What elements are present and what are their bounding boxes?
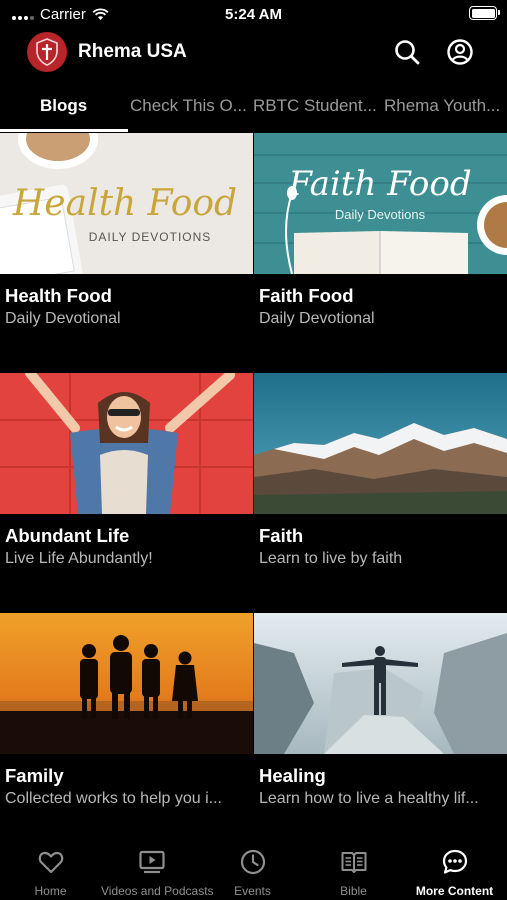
health-food-caption: DAILY DEVOTIONS: [89, 230, 212, 244]
tabbar-item-bible[interactable]: Bible: [303, 840, 404, 900]
card-title: Abundant Life: [5, 525, 130, 546]
card-title: Family: [5, 765, 64, 786]
tab-rbtc-student[interactable]: RBTC Student...: [253, 96, 377, 116]
app-title: Rhema USA: [78, 41, 187, 62]
card-subtitle: Daily Devotional: [5, 310, 121, 327]
card-subtitle: Collected works to help you i...: [5, 790, 222, 807]
app-header: Rhema USA: [0, 32, 507, 74]
tabbar-label: More Content: [415, 884, 494, 898]
card-faith[interactable]: Faith Learn to live by faith: [254, 373, 507, 613]
clock-icon: [240, 849, 266, 875]
card-title: Faith Food: [259, 285, 354, 306]
family-thumbnail: [0, 613, 253, 754]
shield-logo-icon: [36, 38, 58, 66]
card-subtitle: Learn to live by faith: [259, 550, 403, 567]
card-subtitle: Learn how to live a healthy lif...: [259, 790, 479, 807]
health-food-thumbnail: Health Food DAILY DEVOTIONS: [0, 133, 253, 274]
card-title: Faith: [259, 525, 304, 546]
card-abundant-life[interactable]: Abundant Life Live Life Abundantly!: [0, 373, 253, 613]
faith-food-thumbnail: Faith Food Daily Devotions: [254, 133, 507, 274]
card-health-food[interactable]: Health Food DAILY DEVOTIONS Health Food …: [0, 133, 253, 373]
tabbar-label: Bible: [340, 884, 367, 898]
status-time: 5:24 AM: [225, 6, 282, 23]
card-faith-food[interactable]: Faith Food Daily Devotions Faith Food Da…: [254, 133, 507, 373]
healing-thumbnail: [254, 613, 507, 754]
card-subtitle: Daily Devotional: [259, 310, 375, 327]
bottom-tab-bar: Home Videos and Podcasts Events Bible Mo…: [0, 840, 507, 900]
tabbar-label: Videos and Podcasts: [101, 884, 214, 898]
card-family[interactable]: Family Collected works to help you i...: [0, 613, 253, 853]
card-title: Health Food: [5, 285, 112, 306]
battery-icon: [469, 6, 500, 20]
search-icon[interactable]: [393, 38, 421, 66]
health-food-script: Health Food: [12, 183, 237, 224]
tab-rhema-youth[interactable]: Rhema Youth...: [384, 96, 500, 116]
play-icon: [139, 850, 165, 874]
active-tab-indicator: [0, 129, 128, 132]
account-icon[interactable]: [446, 38, 474, 66]
tabbar-item-videos-podcasts[interactable]: Videos and Podcasts: [101, 840, 214, 900]
tabbar-label: Events: [234, 884, 271, 898]
faith-thumbnail: [254, 373, 507, 514]
book-icon: [341, 852, 367, 873]
chat-icon: [442, 849, 468, 874]
tabbar-item-events[interactable]: Events: [202, 840, 303, 900]
category-tabs: Blogs Check This O... RBTC Student... Rh…: [0, 86, 507, 132]
heart-icon: [38, 851, 64, 874]
faith-food-script: Faith Food: [287, 164, 471, 204]
tabbar-label: Home: [34, 884, 67, 898]
card-subtitle: Live Life Abundantly!: [5, 550, 153, 567]
rhema-logo: [27, 32, 67, 72]
card-healing[interactable]: Healing Learn how to live a healthy lif.…: [254, 613, 507, 853]
faith-food-caption: Daily Devotions: [335, 207, 426, 222]
abundant-life-thumbnail: [0, 373, 253, 514]
tab-blogs[interactable]: Blogs: [40, 96, 87, 116]
tabbar-item-more-content[interactable]: More Content: [404, 840, 505, 900]
status-bar: Carrier 5:24 AM: [0, 0, 507, 28]
tab-check-this-out[interactable]: Check This O...: [130, 96, 247, 116]
tabbar-item-home[interactable]: Home: [0, 840, 101, 900]
card-title: Healing: [259, 765, 326, 786]
